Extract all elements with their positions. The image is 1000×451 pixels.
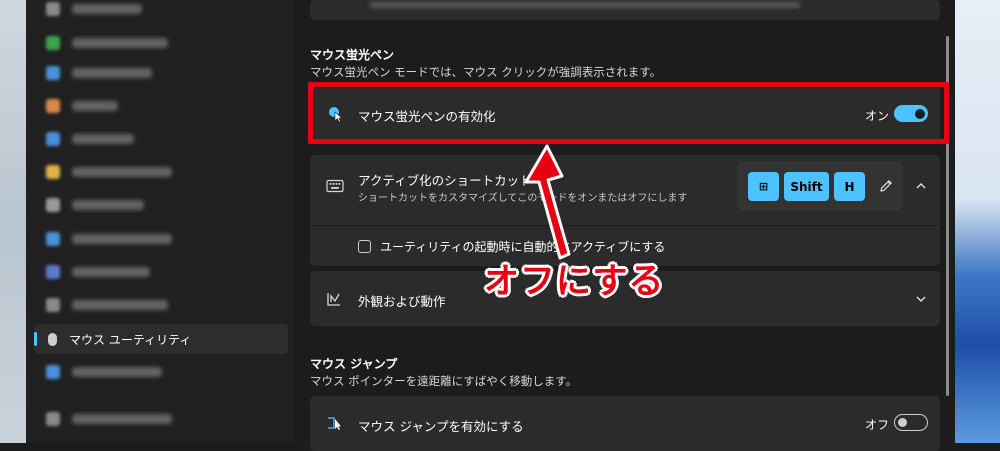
app-icon (46, 298, 60, 312)
app-icon (46, 198, 60, 212)
desktop-wallpaper-left (0, 0, 26, 443)
key-windows: ⊞ (748, 172, 779, 201)
section-description-mouse-jump: マウス ポインターを遠距離にすばやく移動します。 (310, 374, 578, 388)
sidebar: マウス ユーティリティ (26, 0, 294, 443)
sidebar-item[interactable] (34, 224, 288, 254)
chevron-down-icon (916, 296, 926, 302)
desktop-wallpaper-right (955, 0, 1000, 443)
sidebar-item[interactable] (34, 28, 288, 58)
annotation-callout: オフにする (484, 262, 665, 302)
enable-mouse-jump-toggle[interactable] (894, 414, 928, 431)
enable-mouse-jump-label: マウス ジャンプを有効にする (358, 419, 524, 434)
key-shift: Shift (784, 172, 829, 201)
appearance-icon (327, 293, 340, 306)
edit-pencil-icon[interactable] (878, 178, 894, 194)
sidebar-item[interactable] (34, 91, 288, 121)
sidebar-item[interactable] (34, 357, 288, 387)
app-icon (46, 412, 60, 426)
sidebar-item[interactable] (34, 157, 288, 187)
chevron-up-icon[interactable] (915, 180, 927, 192)
app-icon (46, 165, 60, 179)
app-icon (46, 99, 60, 113)
app-icon (46, 36, 60, 50)
annotation-highlight-box (308, 82, 949, 144)
app-icon (46, 2, 60, 16)
appearance-label: 外観および動作 (358, 294, 446, 309)
app-icon (46, 365, 60, 379)
section-title-highlighter: マウス蛍光ペン (310, 48, 395, 62)
section-description-highlighter: マウス蛍光ペン モードでは、マウス クリックが強調表示されます。 (310, 65, 662, 79)
key-h: H (834, 172, 865, 201)
annotation-arrow (524, 144, 571, 260)
sidebar-item[interactable] (34, 124, 288, 154)
mouse-icon (48, 332, 57, 346)
selection-indicator (34, 332, 37, 346)
sidebar-item[interactable] (34, 404, 288, 434)
shortcut-label: アクティブ化のショートカット (358, 173, 532, 188)
app-icon (46, 265, 60, 279)
sidebar-item-mouse-utilities[interactable]: マウス ユーティリティ (34, 324, 288, 354)
auto-activate-checkbox[interactable] (358, 240, 371, 253)
sidebar-item[interactable] (34, 0, 288, 24)
mouse-jump-icon (328, 417, 341, 430)
settings-content: マウス蛍光ペン マウス蛍光ペン モードでは、マウス クリックが強調表示されます。… (294, 0, 955, 451)
sidebar-item[interactable] (34, 257, 288, 287)
app-icon (46, 66, 60, 80)
sidebar-item[interactable] (34, 290, 288, 320)
shortcut-keys-box[interactable]: ⊞ Shift H (737, 161, 903, 211)
toggle-state-text: オフ (865, 418, 890, 432)
sidebar-item-label: マウス ユーティリティ (69, 332, 192, 347)
sidebar-item[interactable] (34, 190, 288, 220)
sidebar-item[interactable] (34, 58, 288, 88)
section-title-mouse-jump: マウス ジャンプ (310, 357, 398, 371)
keyboard-icon (326, 179, 344, 193)
app-icon (46, 132, 60, 146)
previous-setting-card (310, 0, 940, 20)
app-icon (46, 232, 60, 246)
